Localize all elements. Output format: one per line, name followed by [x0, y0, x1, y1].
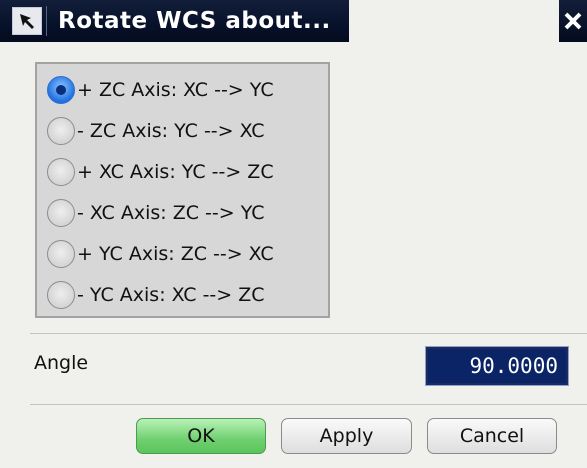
rotation-axis-radio-group: + ZC Axis: XC --> YC - ZC Axis: YC --> X… — [35, 62, 330, 318]
angle-input[interactable] — [425, 346, 569, 386]
radio-label: + YC Axis: ZC --> XC — [77, 243, 274, 265]
radio-button[interactable] — [47, 281, 75, 309]
radio-option-plus-zc[interactable]: + ZC Axis: XC --> YC — [47, 72, 274, 108]
radio-label: - XC Axis: ZC --> YC — [77, 202, 265, 224]
radio-button-selected[interactable] — [47, 76, 75, 104]
radio-option-minus-zc[interactable]: - ZC Axis: YC --> XC — [47, 113, 265, 149]
separator — [30, 333, 587, 334]
cancel-button[interactable]: Cancel — [427, 418, 557, 454]
radio-option-plus-yc[interactable]: + YC Axis: ZC --> XC — [47, 236, 274, 272]
apply-button[interactable]: Apply — [281, 418, 412, 454]
radio-label: + XC Axis: YC --> ZC — [77, 161, 274, 183]
radio-option-minus-xc[interactable]: - XC Axis: ZC --> YC — [47, 195, 265, 231]
radio-label: - YC Axis: XC --> ZC — [77, 284, 265, 306]
title-bar-gap — [349, 0, 559, 42]
radio-option-plus-xc[interactable]: + XC Axis: YC --> ZC — [47, 154, 274, 190]
angle-label: Angle — [34, 352, 89, 374]
radio-option-minus-yc[interactable]: - YC Axis: XC --> ZC — [47, 277, 265, 313]
rotate-wcs-dialog: Rotate WCS about... + ZC Axis: XC --> YC… — [0, 0, 587, 468]
dialog-menu-arrow-icon[interactable] — [12, 7, 42, 35]
radio-button[interactable] — [47, 117, 75, 145]
radio-label: + ZC Axis: XC --> YC — [77, 79, 274, 101]
title-separator — [46, 6, 47, 36]
radio-label: - ZC Axis: YC --> XC — [77, 120, 265, 142]
radio-button[interactable] — [47, 199, 75, 227]
separator — [30, 404, 587, 405]
title-bar[interactable]: Rotate WCS about... — [0, 0, 587, 42]
dialog-title: Rotate WCS about... — [58, 8, 331, 34]
radio-button[interactable] — [47, 158, 75, 186]
radio-button[interactable] — [47, 240, 75, 268]
close-icon[interactable] — [559, 0, 587, 42]
ok-button[interactable]: OK — [136, 418, 266, 454]
